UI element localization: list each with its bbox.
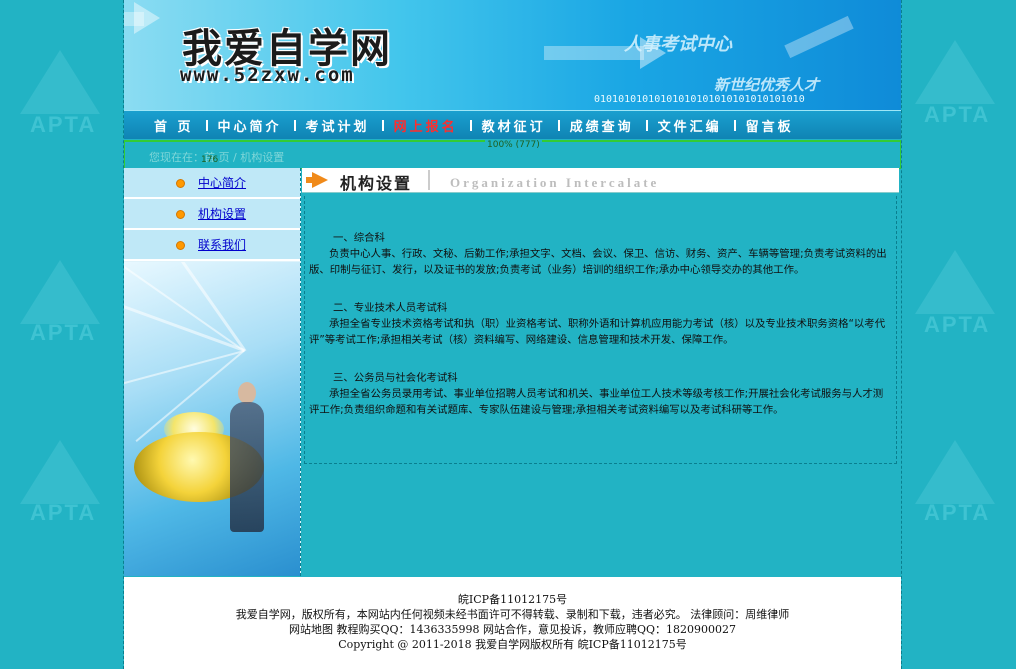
- main-content: 机构设置 Organization Intercalate 一、综合科 负责中心…: [302, 168, 901, 576]
- sidebar-link-about[interactable]: 中心简介: [198, 174, 246, 191]
- nav-label: 成绩查询: [569, 119, 634, 135]
- site-logo-url: www.52zxw.com: [180, 64, 355, 86]
- nav-label: 文件汇编: [657, 119, 722, 135]
- section-text: 承担全省专业技术资格考试和执（职）业资格考试、职称外语和计算机应用能力考试（核）…: [309, 318, 886, 346]
- nav-separator: [733, 119, 736, 131]
- sidebar-link-organization[interactable]: 机构设置: [198, 205, 246, 222]
- page-container: 我爱自学网 www.52zxw.com 人事考试中心 新世纪优秀人才 01010…: [123, 0, 902, 669]
- nav-label: 考试计划: [305, 119, 370, 135]
- main-nav-bar: 首 页 中心简介 考试计划 网上报名 教材征订 成绩查询 文件汇编 留言板: [124, 110, 901, 139]
- layout-ruler-sidebar: 176: [201, 155, 219, 165]
- bullet-icon: [176, 210, 185, 219]
- section-general: 一、综合科 负责中心人事、行政、文秘、后勤工作;承担文字、文档、会议、保卫、信访…: [309, 230, 892, 278]
- content-body: 一、综合科 负责中心人事、行政、文秘、后勤工作;承担文字、文档、会议、保卫、信访…: [304, 196, 897, 464]
- arrow-right-icon: [312, 172, 328, 188]
- nav-item-guestbook[interactable]: 留言板: [746, 116, 794, 135]
- section-title: 一、综合科: [333, 232, 385, 244]
- nav-label: 教材征订: [481, 119, 546, 135]
- title-divider: [428, 170, 430, 190]
- sidebar: 中心简介 机构设置 联系我们: [124, 168, 301, 576]
- nav-label: 中心简介: [217, 119, 282, 135]
- bullet-icon: [176, 179, 185, 188]
- nav-item-score-query[interactable]: 成绩查询: [570, 116, 634, 135]
- footer-contact: 网站地图 教程购买QQ：1436335998 网站合作，意见投诉，教师应聘QQ：…: [288, 623, 737, 636]
- banner-binary-text: 01010101010101010101010101010101010: [594, 94, 805, 105]
- bullet-icon: [176, 241, 185, 250]
- content-title-bar: 机构设置 Organization Intercalate: [302, 168, 899, 193]
- sidebar-item-about: 中心简介: [124, 168, 300, 199]
- section-text: 承担全省公务员录用考试、事业单位招聘人员考试和机关、事业单位工人技术等级考核工作…: [309, 388, 884, 416]
- section-title: 二、专业技术人员考试科: [333, 302, 448, 314]
- nav-separator: [645, 119, 648, 131]
- nav-item-exam-plan[interactable]: 考试计划: [306, 116, 370, 135]
- sidebar-link-contact[interactable]: 联系我们: [198, 236, 246, 253]
- banner-slogan: 人事考试中心: [624, 34, 732, 55]
- page-title-english: Organization Intercalate: [450, 175, 660, 190]
- nav-separator: [205, 119, 208, 131]
- banner-slogan-secondary: 新世纪优秀人才: [714, 76, 820, 94]
- site-header-banner: 我爱自学网 www.52zxw.com 人事考试中心 新世纪优秀人才 01010…: [124, 0, 901, 110]
- nav-label: 留言板: [745, 119, 794, 135]
- nav-separator: [557, 119, 560, 131]
- layout-ruler-label: 100% (777): [485, 140, 542, 150]
- nav-item-online-registration[interactable]: 网上报名: [394, 116, 458, 135]
- nav-item-textbook-order[interactable]: 教材征订: [482, 116, 546, 135]
- footer-icp: 皖ICP备11012175号: [457, 593, 568, 606]
- sidebar-item-organization: 机构设置: [124, 199, 300, 230]
- section-text: 负责中心人事、行政、文秘、后勤工作;承担文字、文档、会议、保卫、信访、财务、资产…: [309, 248, 887, 276]
- nav-separator: [381, 119, 384, 131]
- nav-item-documents[interactable]: 文件汇编: [658, 116, 722, 135]
- nav-label: 首 页: [154, 119, 194, 135]
- footer-copyright: Copyright @ 2011-2018 我爱自学网版权所有 皖ICP备110…: [338, 638, 687, 651]
- footer-copyright-notice: 我爱自学网，版权所有，本网站内任何视频未经书面许可不得转载、录制和下载，违者必究…: [235, 608, 790, 621]
- section-professional: 二、专业技术人员考试科 承担全省专业技术资格考试和执（职）业资格考试、职称外语和…: [309, 300, 892, 348]
- sidebar-decorative-image: [124, 262, 300, 576]
- page-title: 机构设置: [340, 174, 413, 193]
- nav-label: 网上报名: [393, 119, 458, 135]
- section-title: 三、公务员与社会化考试科: [333, 372, 458, 384]
- sidebar-item-contact: 联系我们: [124, 230, 300, 261]
- nav-separator: [293, 119, 296, 131]
- nav-item-about[interactable]: 中心简介: [218, 116, 282, 135]
- section-civil-service: 三、公务员与社会化考试科 承担全省公务员录用考试、事业单位招聘人员考试和机关、事…: [309, 370, 892, 418]
- nav-separator: [469, 119, 472, 131]
- site-footer: 皖ICP备11012175号 我爱自学网，版权所有，本网站内任何视频未经书面许可…: [124, 577, 901, 669]
- breadcrumb: 您现在在：首 页 / 机构设置 100% (777) 176: [124, 140, 901, 169]
- nav-item-home[interactable]: 首 页: [154, 116, 194, 135]
